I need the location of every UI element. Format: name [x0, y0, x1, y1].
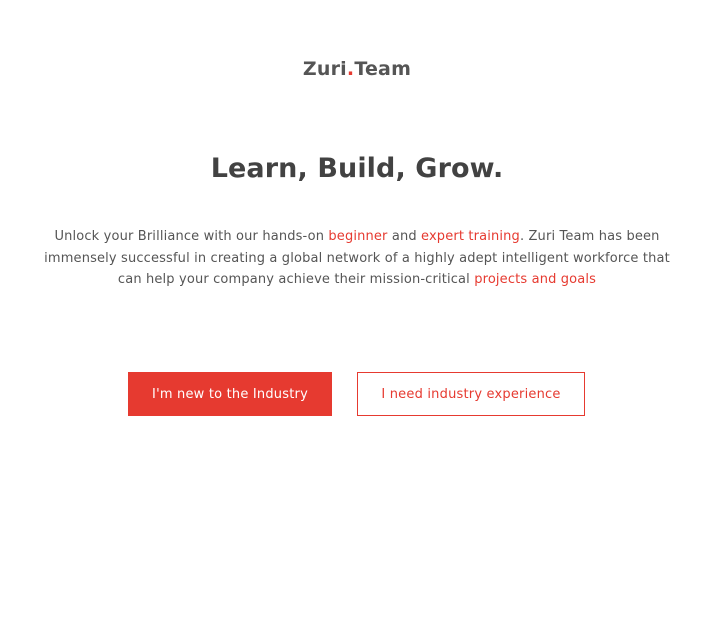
intro-text-2: and	[387, 229, 422, 244]
intro-text-1: Unlock your Brilliance with our hands-on	[54, 229, 329, 244]
new-to-industry-button[interactable]: I'm new to the Industry	[128, 372, 332, 416]
projects-and-goals-link[interactable]: projects and goals	[474, 272, 596, 287]
need-experience-button[interactable]: I need industry experience	[357, 372, 585, 416]
hero-title: Learn, Build, Grow.	[210, 153, 504, 184]
expert-training-link[interactable]: expert training	[421, 229, 520, 244]
beginner-link[interactable]: beginner	[328, 229, 387, 244]
need-experience-label: I need industry experience	[381, 386, 561, 402]
hero-intro: Unlock your Brilliance with our hands-on…	[42, 226, 672, 291]
brand-name-part1: Zuri	[302, 58, 347, 80]
brand-name-part2: Team	[354, 58, 412, 80]
brand-logo[interactable]: Zuri.Team	[0, 58, 714, 80]
new-to-industry-label: I'm new to the Industry	[152, 386, 308, 402]
